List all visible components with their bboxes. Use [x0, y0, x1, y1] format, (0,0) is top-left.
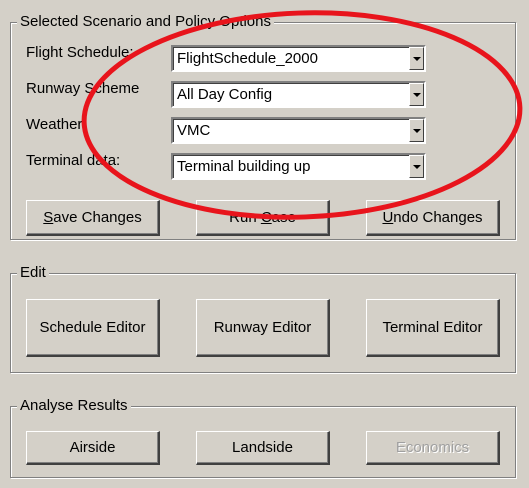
- run-case-button[interactable]: Run Case: [196, 200, 330, 236]
- save-changes-label: Save Changes: [43, 209, 142, 226]
- runway-editor-label: Runway Editor: [213, 319, 312, 336]
- runway-scheme-select[interactable]: All Day Config: [171, 81, 426, 108]
- airside-label: Airside: [69, 439, 116, 456]
- save-changes-button[interactable]: Save Changes: [26, 200, 160, 236]
- weather-select[interactable]: VMC: [171, 117, 426, 144]
- schedule-editor-button[interactable]: Schedule Editor: [26, 299, 160, 357]
- terminal-editor-label: Terminal Editor: [382, 319, 483, 336]
- airside-button[interactable]: Airside: [26, 431, 160, 465]
- edit-legend: Edit: [17, 264, 49, 282]
- runway-editor-button[interactable]: Runway Editor: [196, 299, 330, 357]
- undo-changes-label: Undo Changes: [382, 209, 483, 226]
- chevron-down-icon[interactable]: [409, 119, 424, 142]
- terminal-editor-button[interactable]: Terminal Editor: [366, 299, 500, 357]
- undo-changes-button[interactable]: Undo Changes: [366, 200, 500, 236]
- flight-schedule-select[interactable]: FlightSchedule_2000: [171, 45, 426, 72]
- flight-schedule-value: FlightSchedule_2000: [177, 50, 318, 67]
- landside-label: Landside: [232, 439, 293, 456]
- scenario-options-legend: Selected Scenario and Policy Options: [17, 13, 274, 31]
- schedule-editor-label: Schedule Editor: [39, 319, 146, 336]
- run-case-label: Run Case: [229, 209, 296, 226]
- economics-label: Economics: [395, 439, 470, 456]
- chevron-down-icon[interactable]: [409, 83, 424, 106]
- weather-value: VMC: [177, 122, 211, 139]
- weather-label: Weather:: [26, 116, 87, 133]
- runway-scheme-value: All Day Config: [177, 86, 273, 103]
- terminal-data-label: Terminal data:: [26, 152, 121, 169]
- chevron-down-icon[interactable]: [409, 155, 424, 178]
- chevron-down-icon[interactable]: [409, 47, 424, 70]
- analyse-results-legend: Analyse Results: [17, 397, 131, 415]
- runway-scheme-label: Runway Scheme: [26, 80, 140, 97]
- landside-button[interactable]: Landside: [196, 431, 330, 465]
- flight-schedule-label: Flight Schedule:: [26, 44, 134, 61]
- terminal-data-value: Terminal building up: [177, 158, 311, 175]
- economics-button: Economics: [366, 431, 500, 465]
- terminal-data-select[interactable]: Terminal building up: [171, 153, 426, 180]
